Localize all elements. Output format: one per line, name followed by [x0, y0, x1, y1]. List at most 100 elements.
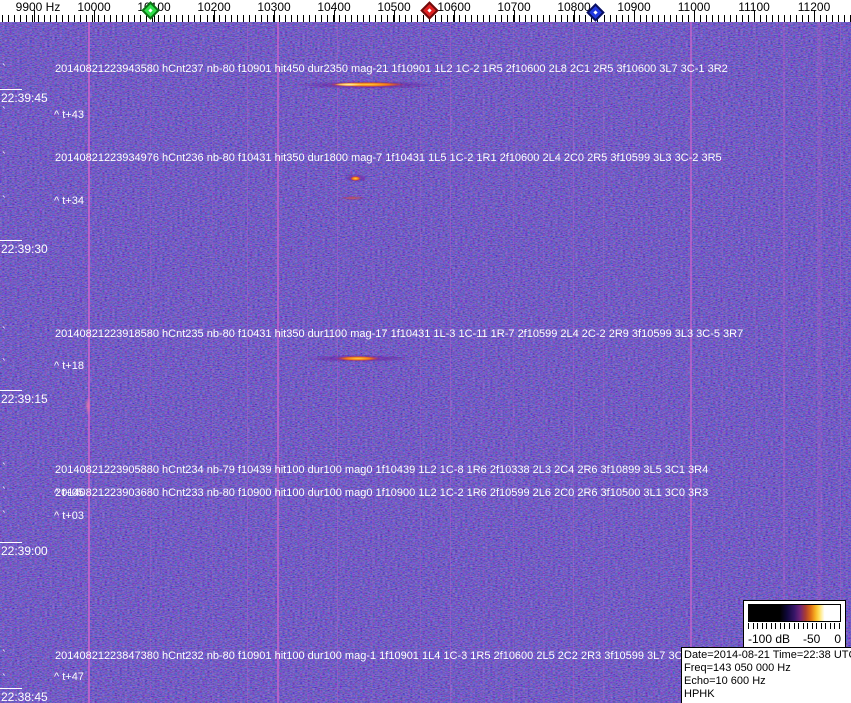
interference-line [150, 22, 151, 703]
ruler-minor-tick [321, 15, 322, 22]
ruler-minor-tick [267, 15, 268, 22]
ruler-minor-tick [760, 15, 761, 22]
db-max-label: 0 [834, 632, 841, 646]
ruler-minor-tick [291, 15, 292, 22]
scale-tick [771, 623, 772, 629]
time-tick [0, 542, 22, 543]
scale-tick [784, 623, 785, 629]
scale-tick [821, 623, 822, 629]
ruler-minor-tick [507, 15, 508, 22]
ruler-label: 10000 [77, 0, 110, 14]
ruler-label: 10900 [617, 0, 650, 14]
ruler-label: 11100 [738, 0, 770, 14]
ruler-minor-tick [207, 15, 208, 22]
ruler-minor-tick [200, 15, 201, 22]
scale-tick [807, 623, 808, 629]
interference-line [212, 22, 213, 703]
ruler-minor-tick [32, 15, 33, 22]
ruler-minor-tick [700, 15, 701, 22]
ruler-minor-tick [14, 15, 15, 22]
db-color-scale: -100 dB -50 0 [743, 600, 846, 648]
ruler-minor-tick [86, 15, 87, 22]
ruler-minor-tick [838, 15, 839, 22]
ruler-minor-tick [26, 15, 27, 22]
status-info-box: Date=2014-08-21 Time=22:38 UTC Freq=143 … [681, 647, 851, 703]
interference-line [722, 22, 723, 703]
time-label: 22:39:45 [1, 91, 48, 105]
ruler-minor-tick [182, 15, 183, 22]
detection-text-row: 20140821223847380 hCnt232 nb-80 f10901 h… [55, 650, 692, 662]
scale-tick [789, 623, 790, 629]
meteor-echo-streak [85, 397, 91, 415]
info-date-line: Date=2014-08-21 Time=22:38 UTC [684, 649, 850, 662]
ruler-minor-tick [670, 15, 671, 22]
ruler-minor-tick [561, 15, 562, 22]
ruler-minor-tick [56, 15, 57, 22]
event-tick: ` [1, 357, 8, 370]
ruler-minor-tick [128, 15, 129, 22]
interference-line [543, 22, 544, 703]
event-tick: ` [1, 62, 8, 75]
ruler-minor-tick [742, 15, 743, 22]
interference-line [372, 22, 373, 703]
ruler-minor-tick [585, 15, 586, 22]
ruler-minor-tick [62, 15, 63, 22]
ruler-minor-tick [231, 15, 232, 22]
scale-tick [780, 623, 781, 629]
event-tick: ` [1, 461, 8, 474]
ruler-minor-tick [483, 15, 484, 22]
meteor-echo-monitor: 22:39:4522:39:3022:39:1522:39:0022:38:45… [0, 0, 851, 703]
ruler-minor-tick [285, 15, 286, 22]
ruler-minor-tick [537, 15, 538, 22]
event-tick: ` [1, 672, 8, 685]
event-tick: ` [1, 648, 8, 661]
ruler-minor-tick [417, 15, 418, 22]
time-label: 22:38:45 [1, 690, 48, 703]
time-label: 22:39:30 [1, 242, 48, 256]
ruler-minor-tick [489, 15, 490, 22]
ruler-label: 10400 [317, 0, 350, 14]
interference-line [573, 22, 574, 703]
ruler-minor-tick [832, 15, 833, 22]
spectrogram-noise-texture [0, 22, 851, 703]
scale-tick [816, 623, 817, 629]
ruler-minor-tick [501, 15, 502, 22]
ruler-minor-tick [628, 15, 629, 22]
detection-time-offset: ^ t+47 [54, 671, 84, 683]
ruler-minor-tick [712, 15, 713, 22]
meteor-echo-streak [334, 83, 364, 86]
colormap-gradient [748, 604, 841, 622]
detection-time-offset: ^ t+34 [54, 195, 84, 207]
ruler-minor-tick [237, 15, 238, 22]
ruler-minor-tick [255, 15, 256, 22]
ruler-minor-tick [50, 15, 51, 22]
ruler-minor-tick [20, 15, 21, 22]
time-tick [0, 89, 22, 90]
ruler-label: 9900 Hz [16, 0, 61, 14]
ruler-minor-tick [682, 15, 683, 22]
event-tick: ` [1, 325, 8, 338]
detection-text-row: 20140821223903680 hCnt233 nb-80 f10900 h… [55, 487, 708, 499]
ruler-minor-tick [441, 15, 442, 22]
db-min-label: -100 dB [748, 632, 790, 646]
detection-time-offset: ^ t+18 [54, 360, 84, 372]
ruler-minor-tick [110, 15, 111, 22]
event-tick: ` [1, 105, 8, 118]
ruler-minor-tick [549, 15, 550, 22]
ruler-minor-tick [826, 15, 827, 22]
ruler-minor-tick [176, 15, 177, 22]
ruler-minor-tick [339, 15, 340, 22]
ruler-minor-tick [44, 15, 45, 22]
ruler-minor-tick [411, 15, 412, 22]
ruler-minor-tick [495, 15, 496, 22]
ruler-minor-tick [604, 15, 605, 22]
scale-ticks [748, 623, 841, 629]
ruler-minor-tick [706, 15, 707, 22]
ruler-minor-tick [730, 15, 731, 22]
ruler-label: 10500 [377, 0, 410, 14]
info-echo-line: Echo=10 600 Hz [684, 675, 850, 688]
ruler-minor-tick [375, 15, 376, 22]
ruler-minor-tick [579, 15, 580, 22]
frequency-ruler[interactable]: 9900 Hz100001010010200103001040010500106… [0, 0, 851, 22]
ruler-minor-tick [261, 15, 262, 22]
